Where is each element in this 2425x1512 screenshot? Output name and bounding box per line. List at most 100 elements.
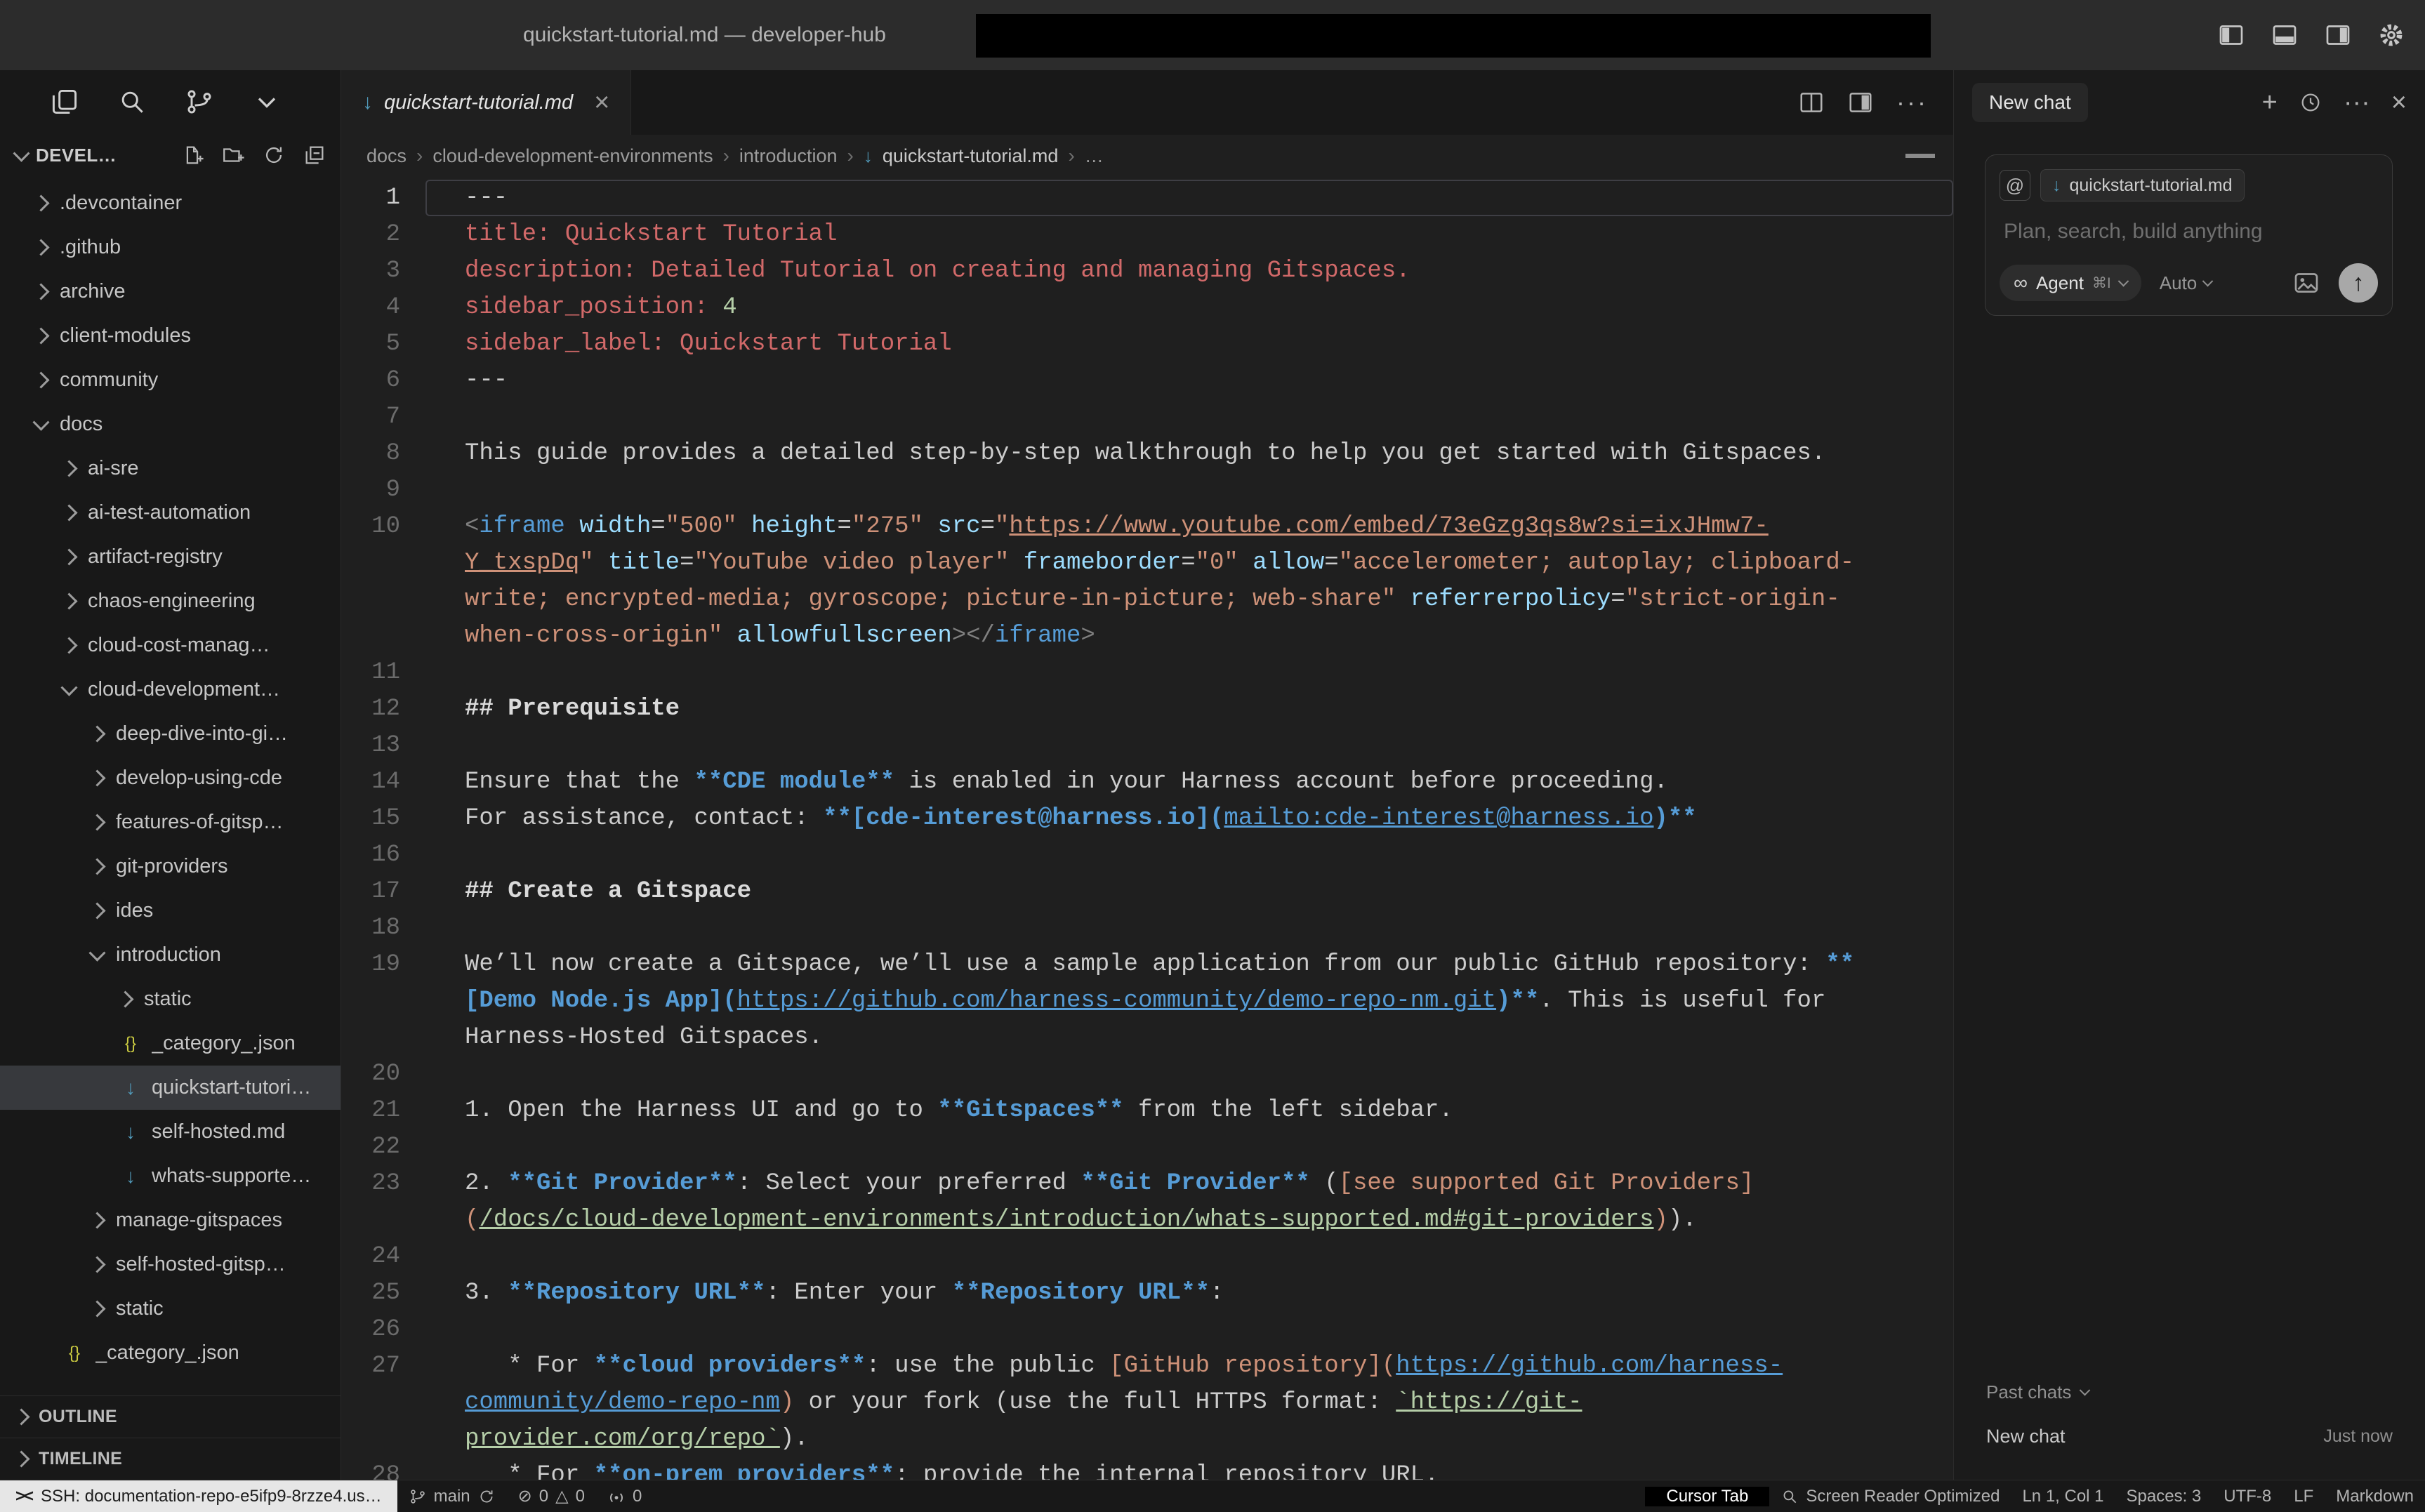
tree-item-static[interactable]: static	[0, 1287, 341, 1331]
editor-more-actions-icon[interactable]: ···	[1896, 88, 1928, 117]
indentation-indicator[interactable]: Spaces: 3	[2115, 1487, 2213, 1506]
tree-item-archive[interactable]: archive	[0, 270, 341, 314]
code-line-content[interactable]: * For **cloud providers**: use the publi…	[425, 1348, 1953, 1457]
source-control-icon[interactable]	[184, 86, 215, 117]
branch-indicator[interactable]: main	[397, 1480, 507, 1512]
code-line-content[interactable]	[425, 1129, 1953, 1165]
tree-item-whats-supporte-[interactable]: ↓whats-supporte…	[0, 1154, 341, 1198]
code-line-content[interactable]: ## Prerequisite	[425, 691, 1953, 727]
code-line-content[interactable]	[425, 1056, 1953, 1092]
tree-item-client-modules[interactable]: client-modules	[0, 314, 341, 358]
sidebar-section-outline[interactable]: OUTLINE	[0, 1395, 341, 1438]
tree-item-ides[interactable]: ides	[0, 889, 341, 933]
code-line-content[interactable]	[425, 399, 1953, 435]
tree-item-static[interactable]: static	[0, 977, 341, 1021]
close-chat-icon[interactable]: ×	[2391, 89, 2407, 116]
code-line-content[interactable]	[425, 727, 1953, 764]
line-col-indicator[interactable]: Ln 1, Col 1	[2011, 1487, 2115, 1506]
toggle-primary-sidebar-icon[interactable]	[2217, 21, 2245, 49]
close-tab-icon[interactable]: ×	[594, 89, 609, 116]
toggle-secondary-sidebar-icon[interactable]	[2324, 21, 2352, 49]
add-context-button[interactable]: @	[2000, 170, 2030, 201]
context-chip[interactable]: ↓ quickstart-tutorial.md	[2040, 169, 2245, 201]
breadcrumb-file[interactable]: quickstart-tutorial.md	[883, 145, 1059, 167]
chat-tab-new-chat[interactable]: New chat	[1972, 83, 2088, 122]
breadcrumb-item[interactable]: cloud-development-environments	[432, 145, 713, 167]
tree-item-git-providers[interactable]: git-providers	[0, 844, 341, 889]
breadcrumb-item[interactable]: introduction	[739, 145, 838, 167]
tree-item-develop-using-cde[interactable]: develop-using-cde	[0, 756, 341, 800]
settings-gear-icon[interactable]	[2377, 21, 2405, 49]
tree-item-introduction[interactable]: introduction	[0, 933, 341, 977]
tree-item-cloud-development-[interactable]: cloud-development…	[0, 668, 341, 712]
code-line-content[interactable]: This guide provides a detailed step-by-s…	[425, 435, 1953, 472]
screen-reader-indicator[interactable]: Screen Reader Optimized	[1769, 1487, 2011, 1506]
collapse-all-icon[interactable]	[303, 143, 326, 167]
tree-item-quickstart-tutori-[interactable]: ↓quickstart-tutori…	[0, 1066, 341, 1110]
code-line-content[interactable]: 2. **Git Provider**: Select your preferr…	[425, 1165, 1953, 1238]
code-line-content[interactable]	[425, 654, 1953, 691]
code-line-content[interactable]	[425, 837, 1953, 873]
sidebar-section-timeline[interactable]: TIMELINE	[0, 1438, 341, 1480]
code-line-content[interactable]: Ensure that the **CDE module** is enable…	[425, 764, 1953, 800]
remote-indicator[interactable]: >< SSH: documentation-repo-e5ifp9-8rzze4…	[0, 1480, 397, 1512]
toggle-panel-icon[interactable]	[2271, 21, 2299, 49]
code-line-content[interactable]	[425, 472, 1953, 508]
code-line-content[interactable]: For assistance, contact: **[cde-interest…	[425, 800, 1953, 837]
code-line-content[interactable]: ---	[425, 180, 1953, 216]
ports-indicator[interactable]: 0	[596, 1480, 653, 1512]
editor-layout-icon[interactable]	[1847, 89, 1874, 116]
tree-item-cloud-cost-manag-[interactable]: cloud-cost-manag…	[0, 623, 341, 668]
tree-item-artifact-registry[interactable]: artifact-registry	[0, 535, 341, 579]
search-icon[interactable]	[117, 86, 147, 117]
breadcrumb-more[interactable]: …	[1085, 145, 1104, 167]
code-line-content[interactable]: sidebar_position: 4	[425, 289, 1953, 326]
refresh-icon[interactable]	[262, 143, 286, 167]
code-line-content[interactable]: We’ll now create a Gitspace, we’ll use a…	[425, 946, 1953, 1056]
explorer-section-header[interactable]: DEVEL…	[0, 133, 341, 177]
new-chat-plus-icon[interactable]: +	[2262, 89, 2278, 116]
past-chats-toggle[interactable]: Past chats	[1986, 1381, 2393, 1403]
tree-item-.github[interactable]: .github	[0, 225, 341, 270]
code-line-content[interactable]	[425, 1238, 1953, 1275]
code-line-content[interactable]: <iframe width="500" height="275" src="ht…	[425, 508, 1953, 654]
past-chat-item[interactable]: New chat Just now	[1986, 1426, 2393, 1447]
code-area[interactable]: 1---2title: Quickstart Tutorial3descript…	[341, 177, 1953, 1480]
tree-item-_category_.json[interactable]: {}_category_.json	[0, 1331, 341, 1375]
tree-item-self-hosted.md[interactable]: ↓self-hosted.md	[0, 1110, 341, 1154]
code-line-content[interactable]	[425, 910, 1953, 946]
code-line-content[interactable]: description: Detailed Tutorial on creati…	[425, 253, 1953, 289]
breadcrumb-item[interactable]: docs	[366, 145, 407, 167]
code-line-content[interactable]: 1. Open the Harness UI and go to **Gitsp…	[425, 1092, 1953, 1129]
tree-item-ai-sre[interactable]: ai-sre	[0, 446, 341, 491]
tree-item-self-hosted-gitsp-[interactable]: self-hosted-gitsp…	[0, 1242, 341, 1287]
code-line-content[interactable]: * For **on-prem providers**: provide the…	[425, 1457, 1953, 1480]
chat-history-icon[interactable]	[2299, 91, 2322, 114]
agent-mode-selector[interactable]: ∞ Agent ⌘I	[2000, 265, 2141, 301]
tree-item-deep-dive-into-gi-[interactable]: deep-dive-into-gi…	[0, 712, 341, 756]
new-folder-icon[interactable]	[221, 143, 245, 167]
tree-item-community[interactable]: community	[0, 358, 341, 402]
code-line-content[interactable]: title: Quickstart Tutorial	[425, 216, 1953, 253]
tree-item-_category_.json[interactable]: {}_category_.json	[0, 1021, 341, 1066]
tree-item-ai-test-automation[interactable]: ai-test-automation	[0, 491, 341, 535]
file-tree[interactable]: .devcontainer.githubarchiveclient-module…	[0, 177, 341, 1395]
code-line-content[interactable]: ---	[425, 362, 1953, 399]
code-line-content[interactable]: 3. **Repository URL**: Enter your **Repo…	[425, 1275, 1953, 1311]
code-line-content[interactable]: ## Create a Gitspace	[425, 873, 1953, 910]
tree-item-manage-gitspaces[interactable]: manage-gitspaces	[0, 1198, 341, 1242]
tree-item-.devcontainer[interactable]: .devcontainer	[0, 181, 341, 225]
new-file-icon[interactable]	[180, 143, 204, 167]
tree-item-docs[interactable]: docs	[0, 402, 341, 446]
tree-item-chaos-engineering[interactable]: chaos-engineering	[0, 579, 341, 623]
code-line-content[interactable]: sidebar_label: Quickstart Tutorial	[425, 326, 1953, 362]
more-views-chevron-icon[interactable]	[251, 86, 282, 117]
attach-image-icon[interactable]	[2292, 269, 2320, 297]
model-selector[interactable]: Auto	[2160, 272, 2212, 294]
problems-indicator[interactable]: ⊘ 0 △ 0	[507, 1480, 596, 1512]
chat-more-icon[interactable]: ···	[2344, 89, 2370, 116]
cursor-tab-indicator[interactable]: Cursor Tab	[1645, 1487, 1769, 1506]
encoding-indicator[interactable]: UTF-8	[2212, 1487, 2282, 1506]
chat-placeholder[interactable]: Plan, search, build anything	[2004, 220, 2374, 244]
split-editor-icon[interactable]	[1798, 89, 1825, 116]
